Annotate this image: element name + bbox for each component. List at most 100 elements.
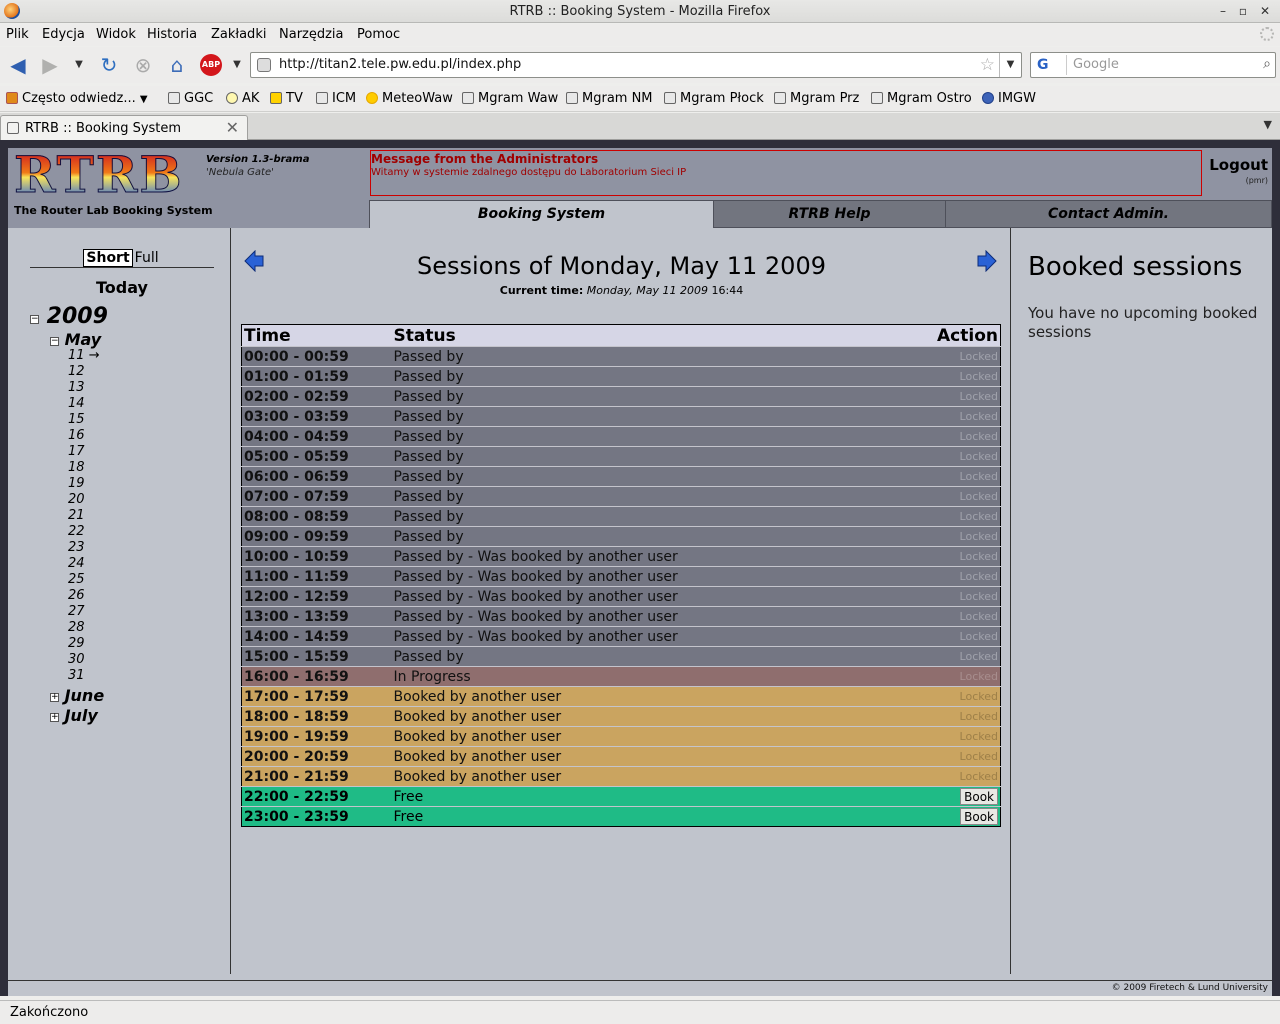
mode-short-button[interactable]: Short [83, 249, 133, 267]
search-icon[interactable]: ⌕ [1263, 56, 1271, 72]
locked-label: Locked [959, 510, 998, 523]
adblock-icon[interactable]: ABP [198, 52, 224, 78]
logout-link[interactable]: Logout [1208, 156, 1268, 174]
menu-view[interactable]: Widok [96, 27, 136, 42]
bookmark-mgram-nm[interactable]: Mgram NM [566, 91, 653, 106]
menu-file[interactable]: Plik [6, 27, 29, 42]
close-tab-icon[interactable]: ✕ [226, 118, 239, 137]
minimize-button[interactable]: – [1214, 3, 1232, 19]
day-link[interactable]: 15 [68, 412, 128, 428]
search-engine-icon[interactable]: G [1033, 55, 1067, 75]
book-button[interactable]: Book [960, 808, 998, 825]
adblock-dropdown-icon[interactable]: ▼ [224, 52, 250, 78]
table-row: 12:00 - 12:59 Passed by - Was booked by a… [241, 586, 1001, 607]
session-status: Passed by [391, 506, 888, 527]
bookmark-ak[interactable]: AK [226, 91, 259, 106]
session-status: Booked by another user [391, 726, 888, 747]
menu-help[interactable]: Pomoc [357, 27, 400, 42]
day-link[interactable]: 27 [68, 604, 128, 620]
menu-edit[interactable]: Edycja [42, 27, 85, 42]
locked-label: Locked [959, 470, 998, 483]
search-input[interactable]: Google [1073, 57, 1119, 72]
day-link[interactable]: 16 [68, 428, 128, 444]
menu-bookmarks[interactable]: Zakładki [211, 27, 266, 42]
rtrb-logo[interactable]: RTRB [14, 149, 204, 200]
session-action: Locked [887, 566, 1001, 587]
table-row: 11:00 - 11:59 Passed by - Was booked by a… [241, 566, 1001, 587]
locked-label: Locked [959, 570, 998, 583]
bookmark-mgram-prz[interactable]: Mgram Prz [774, 91, 859, 106]
month-may-node[interactable]: − May [50, 330, 101, 349]
table-row: 01:00 - 01:59 Passed by Locked [241, 366, 1001, 387]
stop-icon[interactable]: ⊗ [130, 52, 156, 78]
bookmark-ggc[interactable]: GGC [168, 91, 213, 106]
month-july-node[interactable]: + July [50, 706, 98, 725]
day-link[interactable]: 30 [68, 652, 128, 668]
today-link[interactable]: Today [30, 278, 214, 297]
bookmark-most-visited[interactable]: Często odwiedz... ▼ [6, 91, 148, 106]
day-link[interactable]: 14 [68, 396, 128, 412]
book-button[interactable]: Book [960, 788, 998, 805]
bookmark-tv[interactable]: TV [270, 91, 303, 106]
month-june-node[interactable]: + June [50, 686, 104, 705]
bookmark-meteowaw[interactable]: MeteoWaw [366, 91, 453, 106]
day-link[interactable]: 24 [68, 556, 128, 572]
day-link[interactable]: 28 [68, 620, 128, 636]
table-row: 18:00 - 18:59 Booked by another user Locke… [241, 706, 1001, 727]
home-icon[interactable]: ⌂ [164, 52, 190, 78]
table-row: 14:00 - 14:59 Passed by - Was booked by a… [241, 626, 1001, 647]
tab-contact-admin[interactable]: Contact Admin. [945, 200, 1272, 228]
close-window-button[interactable]: ✕ [1256, 3, 1274, 19]
url-dropdown-icon[interactable]: ▼ [999, 53, 1021, 77]
mode-full-button[interactable]: Full [133, 250, 161, 266]
booked-sessions-title: Booked sessions [1028, 252, 1243, 282]
day-link[interactable]: 26 [68, 588, 128, 604]
day-link[interactable]: 18 [68, 460, 128, 476]
day-link[interactable]: 29 [68, 636, 128, 652]
table-row: 22:00 - 22:59 Free Book [241, 786, 1001, 807]
day-link[interactable]: 22 [68, 524, 128, 540]
chevron-down-icon: ▼ [139, 94, 148, 105]
bookmark-imgw[interactable]: IMGW [982, 91, 1036, 106]
next-day-arrow-icon[interactable] [977, 250, 997, 272]
bookmark-mgram-ostro[interactable]: Mgram Ostro [871, 91, 972, 106]
day-link[interactable]: 21 [68, 508, 128, 524]
tab-rtrb-help[interactable]: RTRB Help [713, 200, 946, 228]
session-action: Locked [887, 486, 1001, 507]
forward-icon[interactable]: ▶ [37, 52, 63, 78]
expand-icon[interactable]: + [50, 713, 59, 722]
bookmark-icon [316, 92, 328, 104]
url-bar[interactable]: http://titan2.tele.pw.edu.pl/index.php ☆… [250, 52, 1022, 78]
browser-tab[interactable]: RTRB :: Booking System ✕ [0, 115, 248, 140]
search-box[interactable]: G Google ⌕ [1030, 52, 1276, 78]
day-link[interactable]: 19 [68, 476, 128, 492]
bookmark-star-icon[interactable]: ☆ [980, 55, 995, 75]
expand-icon[interactable]: + [50, 693, 59, 702]
bookmark-mgram-waw[interactable]: Mgram Waw [462, 91, 558, 106]
bookmark-mgram-plock[interactable]: Mgram Płock [664, 91, 764, 106]
year-node[interactable]: − 2009 [30, 304, 108, 329]
menu-tools[interactable]: Narzędzia [279, 27, 344, 42]
day-link[interactable]: 12 [68, 364, 128, 380]
sessions-title: Sessions of Monday, May 11 2009 [417, 252, 826, 280]
day-link-current[interactable]: 11 → [68, 348, 128, 364]
menu-history[interactable]: Historia [147, 27, 197, 42]
back-icon[interactable]: ◀ [5, 52, 31, 78]
site-identity-icon[interactable] [257, 58, 271, 72]
session-status: Passed by - Was booked by another user [391, 626, 888, 647]
day-link[interactable]: 13 [68, 380, 128, 396]
list-all-tabs-icon[interactable]: ▼ [1264, 118, 1272, 131]
day-link[interactable]: 20 [68, 492, 128, 508]
bookmark-icm[interactable]: ICM [316, 91, 356, 106]
collapse-icon[interactable]: − [50, 337, 59, 346]
reload-icon[interactable]: ↻ [96, 52, 122, 78]
tab-booking-system[interactable]: Booking System [369, 200, 714, 228]
day-link[interactable]: 31 [68, 668, 128, 684]
collapse-icon[interactable]: − [30, 315, 39, 324]
day-link[interactable]: 23 [68, 540, 128, 556]
history-dropdown-icon[interactable]: ▼ [66, 52, 92, 78]
day-link[interactable]: 17 [68, 444, 128, 460]
maximize-button[interactable]: ▫ [1234, 3, 1252, 19]
url-text[interactable]: http://titan2.tele.pw.edu.pl/index.php [279, 57, 521, 72]
day-link[interactable]: 25 [68, 572, 128, 588]
